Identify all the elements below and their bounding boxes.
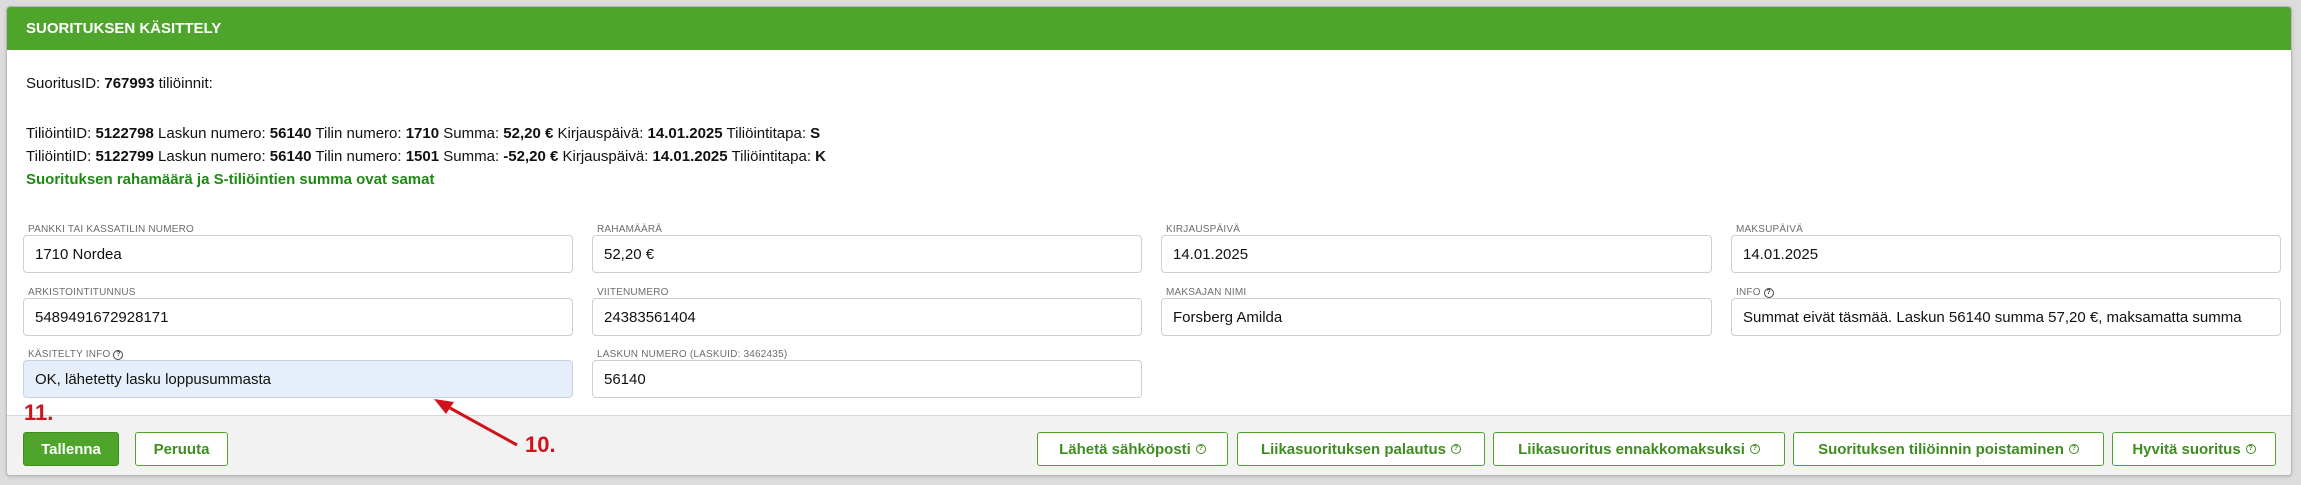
annotation-arrow-head — [434, 399, 454, 414]
annotation-arrow — [434, 399, 518, 447]
annotation-arrow-line — [449, 406, 518, 447]
